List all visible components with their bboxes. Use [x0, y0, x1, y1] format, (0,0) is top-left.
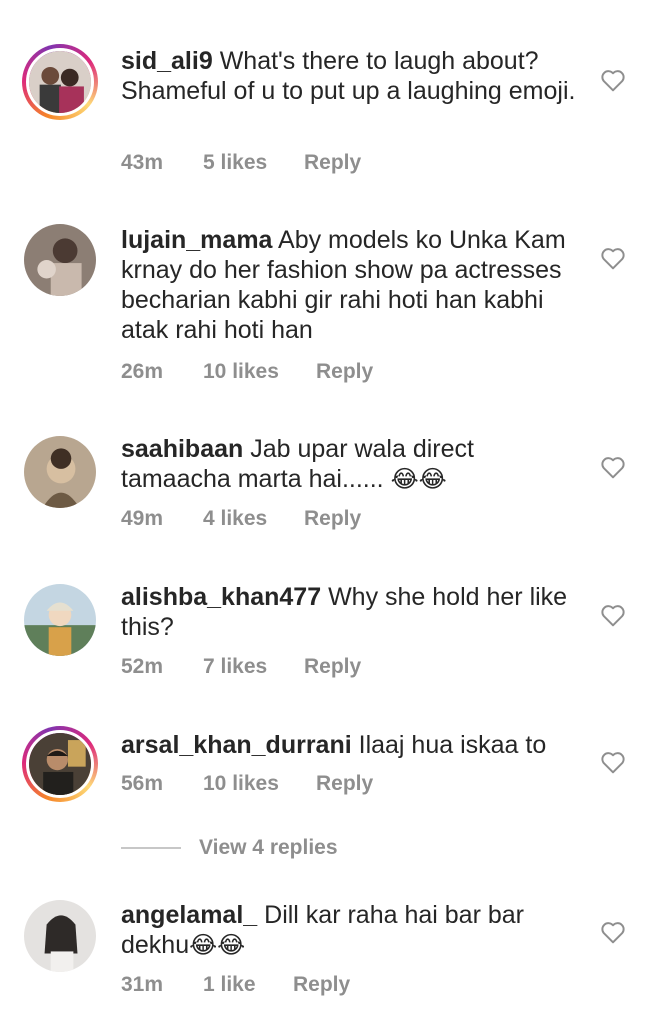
like-button[interactable] — [600, 68, 626, 92]
comment-meta: 26m 10 likes Reply — [121, 360, 373, 384]
comment-meta: 56m 10 likes Reply — [121, 772, 373, 796]
replies-divider — [121, 847, 181, 849]
timestamp: 49m — [121, 507, 164, 530]
heart-outline-icon — [600, 68, 626, 92]
avatar[interactable] — [22, 726, 98, 802]
laughing-emoji: 😂😂 — [189, 932, 246, 959]
view-replies-label: View 4 replies — [199, 836, 338, 859]
heart-outline-icon — [600, 455, 626, 479]
reply-button[interactable]: Reply — [316, 360, 373, 384]
comment-text: sid_ali9 What's there to laugh about? Sh… — [121, 46, 581, 106]
likes-count[interactable]: 1 like — [203, 973, 293, 997]
likes-count[interactable]: 10 likes — [203, 772, 316, 796]
likes-count[interactable]: 7 likes — [203, 655, 304, 679]
reply-button[interactable]: Reply — [316, 772, 373, 796]
view-replies-button[interactable]: View 4 replies — [121, 836, 338, 860]
timestamp: 31m — [121, 973, 164, 996]
timestamp: 52m — [121, 655, 164, 678]
username[interactable]: sid_ali9 — [121, 47, 213, 75]
comment-meta: 52m 7 likes Reply — [121, 655, 361, 679]
likes-count[interactable]: 4 likes — [203, 507, 304, 531]
reply-button[interactable]: Reply — [293, 973, 350, 997]
username[interactable]: saahibaan — [121, 435, 243, 463]
comment-text: angelamal_ Dill kar raha hai bar bar dek… — [121, 900, 581, 961]
heart-outline-icon — [600, 750, 626, 774]
username[interactable]: lujain_mama — [121, 226, 272, 254]
avatar[interactable] — [22, 582, 98, 658]
timestamp: 26m — [121, 360, 164, 383]
heart-outline-icon — [600, 920, 626, 944]
comment-text: lujain_mama Aby models ko Unka Kam krnay… — [121, 225, 581, 345]
avatar[interactable] — [22, 898, 98, 974]
avatar[interactable] — [22, 434, 98, 510]
comment-meta: 49m 4 likes Reply — [121, 507, 361, 531]
like-button[interactable] — [600, 246, 626, 270]
like-button[interactable] — [600, 750, 626, 774]
comment-text: saahibaan Jab upar wala direct tamaacha … — [121, 434, 581, 495]
timestamp: 43m — [121, 151, 164, 174]
like-button[interactable] — [600, 603, 626, 627]
timestamp: 56m — [121, 772, 164, 795]
comment-text: arsal_khan_durrani Ilaaj hua iskaa to — [121, 730, 581, 760]
username[interactable]: angelamal_ — [121, 901, 257, 929]
username[interactable]: alishba_khan477 — [121, 583, 321, 611]
likes-count[interactable]: 5 likes — [203, 151, 304, 175]
reply-button[interactable]: Reply — [304, 507, 361, 531]
like-button[interactable] — [600, 455, 626, 479]
reply-button[interactable]: Reply — [304, 151, 361, 175]
likes-count[interactable]: 10 likes — [203, 360, 316, 384]
comment-meta: 31m 1 like Reply — [121, 973, 350, 997]
avatar[interactable] — [22, 222, 98, 298]
avatar[interactable] — [22, 44, 98, 120]
heart-outline-icon — [600, 246, 626, 270]
like-button[interactable] — [600, 920, 626, 944]
comment-text: alishba_khan477 Why she hold her like th… — [121, 582, 581, 642]
username[interactable]: arsal_khan_durrani — [121, 731, 352, 759]
reply-button[interactable]: Reply — [304, 655, 361, 679]
comment-meta: 43m 5 likes Reply — [121, 151, 361, 175]
laughing-emoji: 😂😂 — [390, 466, 447, 493]
heart-outline-icon — [600, 603, 626, 627]
comment-body: Ilaaj hua iskaa to — [358, 731, 547, 759]
